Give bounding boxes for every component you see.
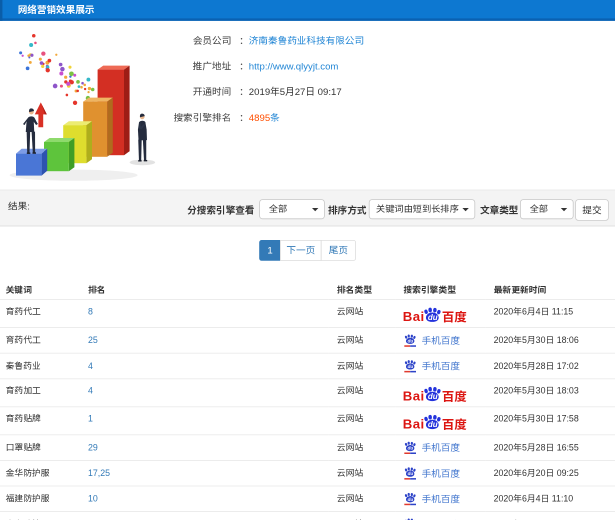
svg-text:百度: 百度 bbox=[442, 308, 467, 324]
svg-text:du: du bbox=[428, 420, 438, 429]
svg-text:du: du bbox=[428, 392, 438, 401]
svg-text:百度: 百度 bbox=[442, 387, 467, 403]
svg-text:Bai: Bai bbox=[403, 309, 424, 324]
svg-text:du: du bbox=[428, 313, 438, 322]
svg-text:du: du bbox=[408, 338, 414, 343]
svg-text:Bai: Bai bbox=[403, 388, 424, 403]
svg-text:du: du bbox=[408, 445, 414, 450]
svg-text:du: du bbox=[408, 471, 414, 476]
svg-text:du: du bbox=[408, 364, 414, 369]
svg-text:百度: 百度 bbox=[442, 415, 467, 431]
svg-text:Bai: Bai bbox=[403, 416, 424, 431]
svg-text:du: du bbox=[408, 496, 414, 501]
